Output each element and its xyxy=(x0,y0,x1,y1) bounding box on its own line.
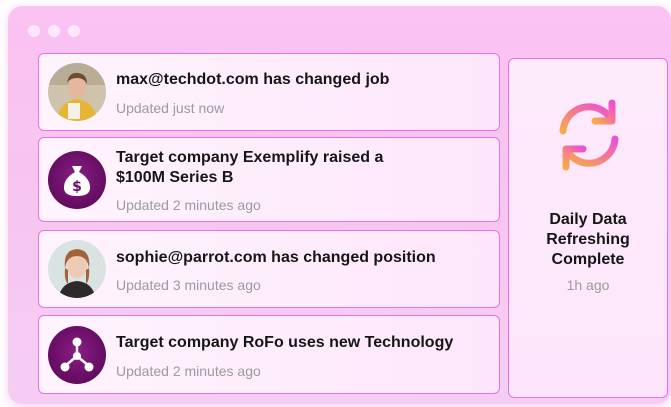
refresh-icon xyxy=(559,99,619,171)
avatar xyxy=(48,240,106,298)
notification-timestamp: Updated just now xyxy=(116,100,225,116)
notification-card[interactable]: sophie@parrot.com has changed position U… xyxy=(38,230,500,308)
notification-timestamp: Updated 2 minutes ago xyxy=(116,363,261,379)
window-dot-close[interactable] xyxy=(28,25,40,37)
avatar xyxy=(48,63,106,121)
notification-timestamp: Updated 3 minutes ago xyxy=(116,277,261,293)
notification-card[interactable]: Target company RoFo uses new Technology … xyxy=(38,315,500,394)
notification-title: sophie@parrot.com has changed position xyxy=(116,249,436,266)
window-dot-minimize[interactable] xyxy=(48,25,60,37)
refresh-status-title: Daily Data Refreshing Complete xyxy=(546,211,630,268)
refresh-status-time: 1h ago xyxy=(566,277,610,293)
svg-text:$: $ xyxy=(72,179,82,195)
window-controls xyxy=(28,25,80,37)
window-dot-maximize[interactable] xyxy=(68,25,80,37)
notification-title: Target company Exemplify raised a $100M … xyxy=(116,149,384,186)
network-nodes-icon xyxy=(48,326,106,384)
notification-title: Target company RoFo uses new Technology xyxy=(116,334,454,351)
notification-title: max@techdot.com has changed job xyxy=(116,71,390,88)
money-bag-icon: $ xyxy=(48,151,106,209)
notification-card[interactable]: $ Target company Exemplify raised a $100… xyxy=(38,137,500,222)
notification-card[interactable]: max@techdot.com has changed job Updated … xyxy=(38,53,500,131)
refresh-status-panel: Daily Data Refreshing Complete 1h ago xyxy=(508,58,668,398)
notification-timestamp: Updated 2 minutes ago xyxy=(116,197,261,213)
app-window: max@techdot.com has changed job Updated … xyxy=(8,6,671,404)
